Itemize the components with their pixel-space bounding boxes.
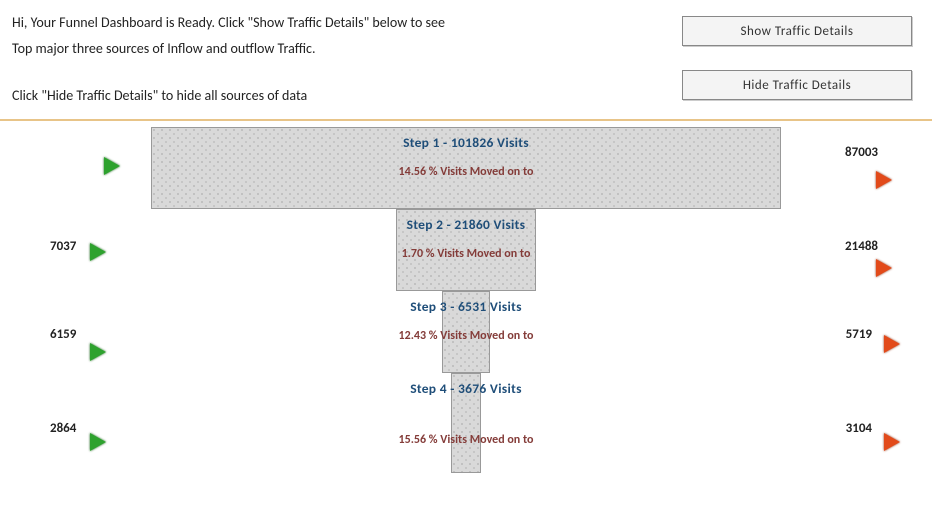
header: Hi, Your Funnel Dashboard is Ready. Clic… — [0, 0, 932, 121]
step-3-sub: 12.43 % Visits Moved on to — [399, 329, 534, 343]
funnel-step-2: Step 2 - 21860 Visits 1.70 % Visits Move… — [396, 209, 536, 291]
button-group: Show Traffic Details Hide Traffic Detail… — [652, 12, 912, 111]
inflow-value-4: 2864 — [50, 421, 76, 436]
inflow-icon-4 — [90, 433, 106, 451]
outflow-value-4: 3104 — [846, 421, 872, 436]
funnel-chart: Step 1 - 101826 Visits 14.56 % Visits Mo… — [0, 121, 932, 481]
intro-line-2: Top major three sources of Inflow and ou… — [12, 38, 652, 60]
outflow-icon-1 — [876, 171, 892, 189]
funnel-step-1: Step 1 - 101826 Visits 14.56 % Visits Mo… — [151, 127, 781, 209]
outflow-icon-2 — [876, 259, 892, 277]
show-traffic-button[interactable]: Show Traffic Details — [682, 16, 912, 46]
hide-traffic-button[interactable]: Hide Traffic Details — [682, 70, 912, 100]
intro-text: Hi, Your Funnel Dashboard is Ready. Clic… — [12, 12, 652, 111]
outflow-value-2: 21488 — [845, 239, 878, 254]
inflow-value-2: 7037 — [50, 239, 76, 254]
funnel-step-3: Step 3 - 6531 Visits 12.43 % Visits Move… — [442, 291, 490, 373]
intro-line-1: Hi, Your Funnel Dashboard is Ready. Clic… — [12, 12, 652, 34]
outflow-icon-3 — [884, 335, 900, 353]
outflow-value-3: 5719 — [846, 327, 872, 342]
step-2-sub: 1.70 % Visits Moved on to — [402, 247, 531, 261]
step-4-sub: 15.56 % Visits Moved on to — [399, 433, 534, 447]
inflow-value-3: 6159 — [50, 327, 76, 342]
step-1-title: Step 1 - 101826 Visits — [403, 134, 529, 151]
outflow-value-1: 87003 — [845, 145, 878, 160]
step-1-sub: 14.56 % Visits Moved on to — [399, 165, 534, 179]
funnel-step-4: Step 4 - 3676 Visits 15.56 % Visits Move… — [451, 373, 481, 473]
inflow-icon-3 — [90, 343, 106, 361]
step-4-title: Step 4 - 3676 Visits — [410, 380, 522, 397]
step-2-title: Step 2 - 21860 Visits — [407, 216, 526, 233]
step-3-title: Step 3 - 6531 Visits — [410, 298, 522, 315]
outflow-icon-4 — [884, 433, 900, 451]
inflow-icon-1 — [104, 157, 120, 175]
intro-line-3: Click "Hide Traffic Details" to hide all… — [12, 85, 652, 107]
inflow-icon-2 — [90, 243, 106, 261]
